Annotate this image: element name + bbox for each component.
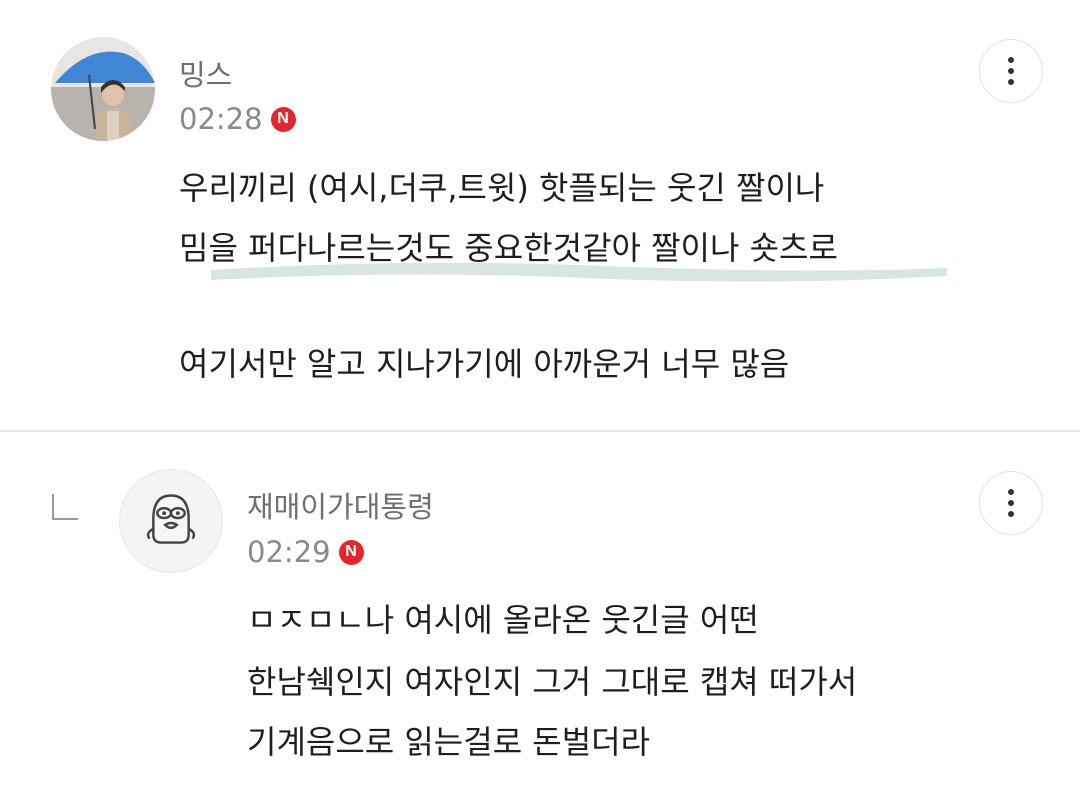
nickname[interactable]: 밍스 — [179, 52, 232, 94]
timestamp: 02:28 — [179, 102, 263, 136]
comment-text-line: ㅁㅈㅁㄴ나 여시에 올라온 웃긴글 어떤 — [247, 601, 759, 639]
nickname[interactable]: 재매이가대통령 — [247, 484, 434, 526]
timestamp: 02:29 — [247, 535, 331, 569]
comment-meta: 02:28 N — [179, 102, 296, 136]
comment-text-line: 기계음으로 읽는걸로 돈벌더라 — [247, 723, 651, 761]
avatar[interactable] — [119, 469, 223, 573]
comment-text-line: 여기서만 알고 지나가기에 아까운거 너무 많음 — [179, 345, 790, 383]
new-badge-icon: N — [270, 106, 296, 132]
more-options-icon — [1008, 489, 1014, 495]
more-options-button[interactable] — [979, 471, 1043, 535]
comment-text-line: 한남쉑인지 여자인지 그거 그대로 캡쳐 떠가서 — [247, 663, 858, 701]
avatar[interactable] — [51, 37, 155, 141]
reply-arrow-icon — [52, 494, 78, 520]
comment-text-line: 우리끼리 (여시,더쿠,트윗) 핫플되는 웃긴 짤이나 — [179, 169, 825, 207]
comment-text-line: 밈을 퍼다나르는것도 중요한것같아 짤이나 숏츠로 — [179, 229, 838, 267]
avatar-character — [120, 470, 222, 572]
comment-item: 밍스 02:28 N 우리끼리 (여시,더쿠,트윗) 핫플되는 웃긴 짤이나 밈… — [0, 0, 1080, 430]
avatar-photo — [51, 37, 155, 141]
more-options-icon — [1008, 57, 1014, 63]
new-badge-icon: N — [338, 539, 364, 565]
more-options-button[interactable] — [979, 39, 1043, 103]
comment-meta: 02:29 N — [247, 535, 364, 569]
